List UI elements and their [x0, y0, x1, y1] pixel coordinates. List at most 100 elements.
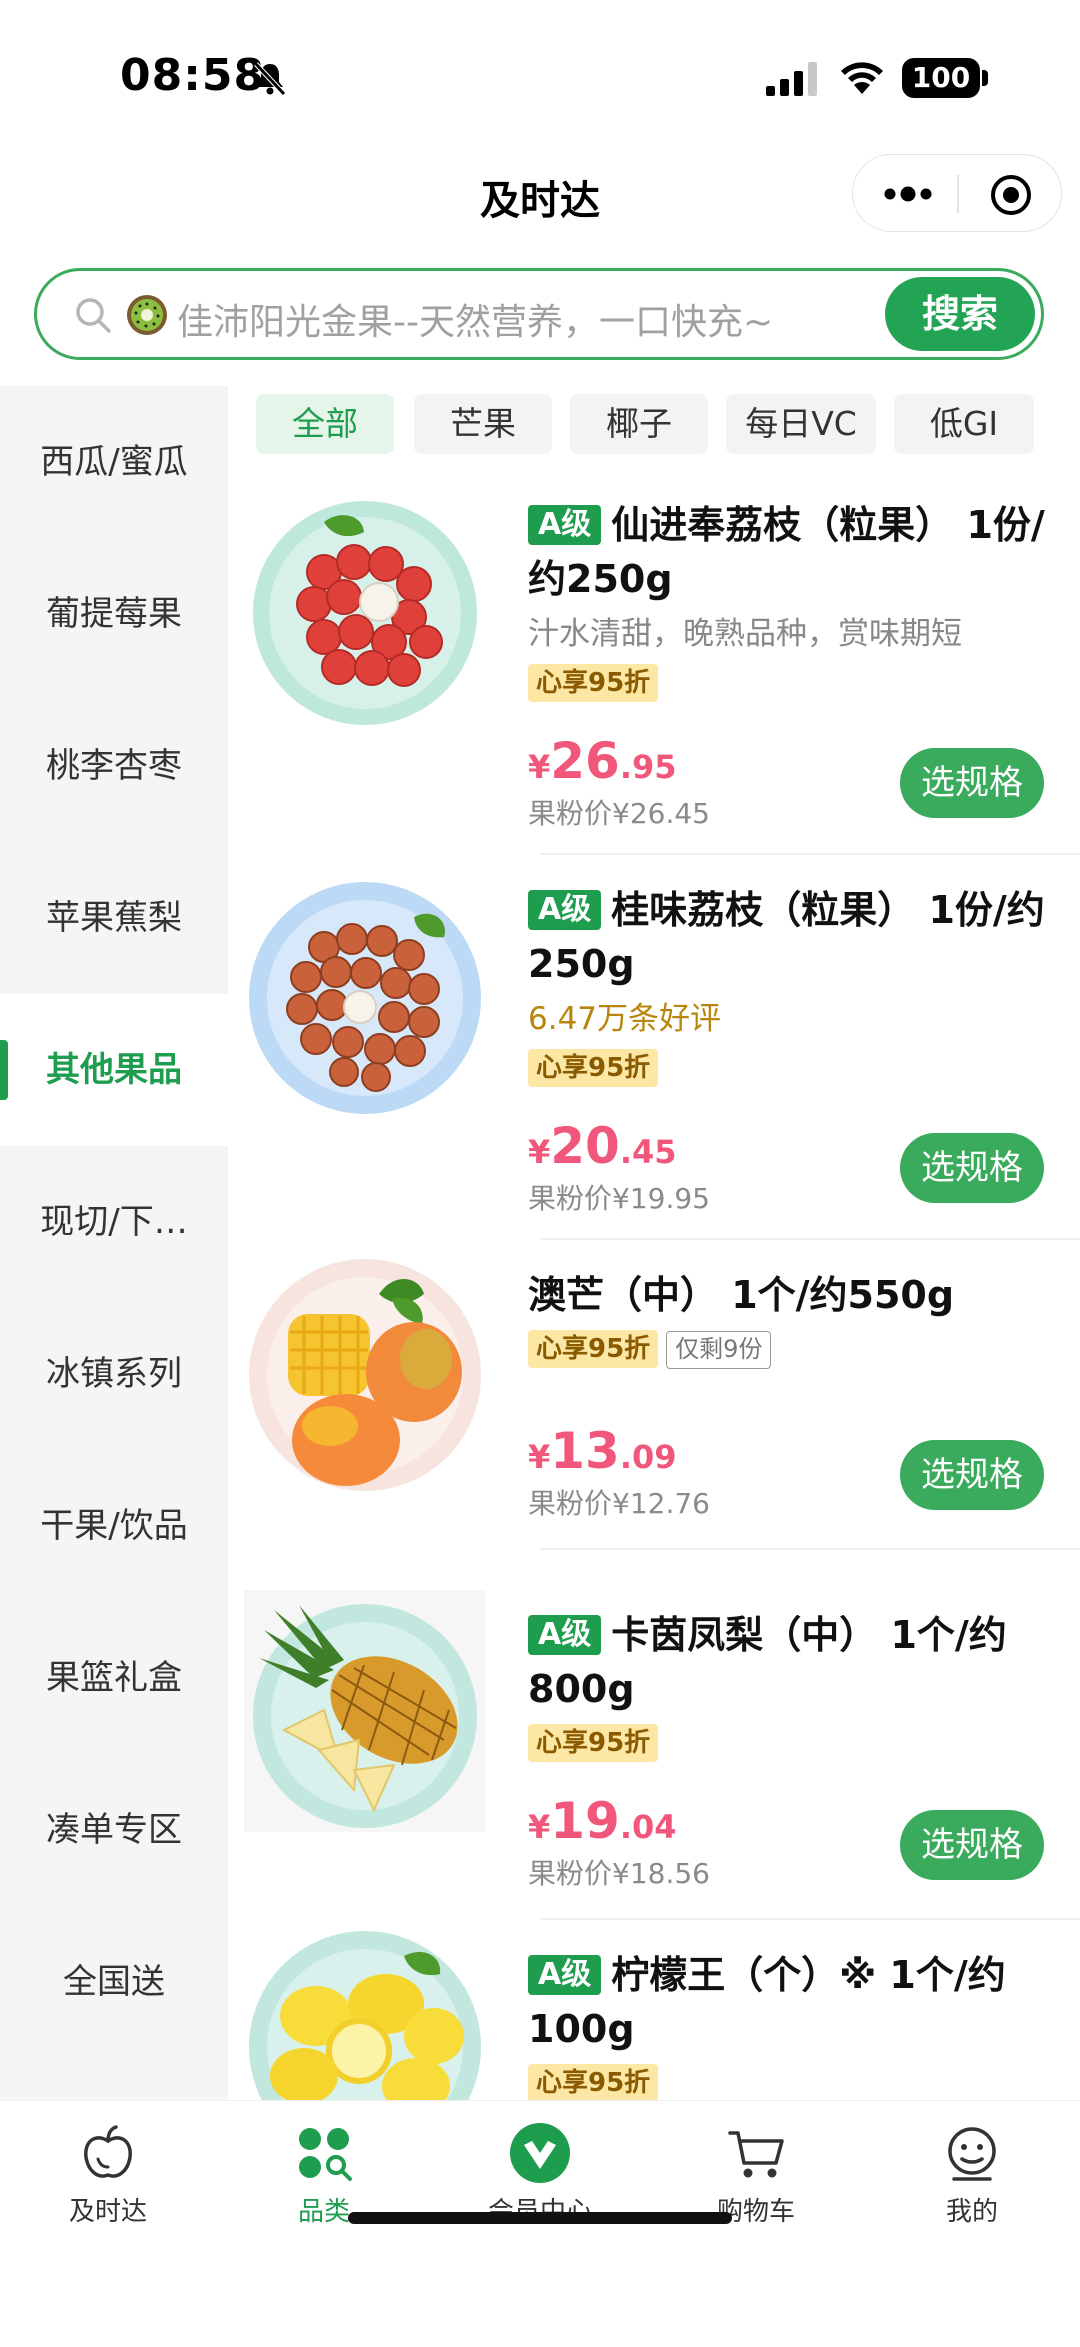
product-tags: 心享95折 [528, 2064, 659, 2100]
member-price: 果粉价¥18.56 [528, 1857, 710, 1890]
product-card[interactable]: A级 柠檬王（个）※ 1个/约100g 心享95折 [228, 1920, 1080, 2100]
grade-badge: A级 [528, 1615, 602, 1655]
chip-mango[interactable]: 芒果 [414, 394, 552, 454]
lemon-plate-icon [249, 1931, 481, 2100]
select-spec-button[interactable]: 选规格 [900, 1440, 1044, 1510]
member-icon [510, 2123, 570, 2183]
stock-tag: 仅剩9份 [666, 1331, 772, 1369]
sidebar-item-dried-drinks[interactable]: 干果/饮品 [0, 1450, 228, 1602]
discount-tag: 心享95折 [528, 664, 659, 702]
sidebar-item-fresh-cut[interactable]: 现切/下… [0, 1146, 228, 1298]
price-symbol: ¥ [528, 1133, 551, 1171]
nav-category[interactable]: 品类 [234, 2121, 414, 2261]
divider [540, 1548, 1080, 1550]
price-decimal: .04 [619, 1808, 677, 1846]
nav-home[interactable]: 及时达 [18, 2121, 198, 2261]
cart-icon [728, 2131, 784, 2178]
search-bar[interactable]: 佳沛阳光金果--天然营养，一口快充~ 搜索 [34, 268, 1044, 360]
product-card[interactable]: A级 卡茵凤梨（中） 1个/约800g 心享95折 ¥19.04 果粉价¥18.5… [228, 1580, 1080, 1920]
price-integer: 20 [550, 1117, 620, 1175]
title-bar: 及时达 [0, 150, 1080, 270]
chip-low-gi[interactable]: 低GI [894, 394, 1034, 454]
member-price: 果粉价¥12.76 [528, 1487, 710, 1520]
profile-icon [948, 2127, 996, 2181]
chip-all[interactable]: 全部 [256, 394, 394, 454]
nav-member-center[interactable]: 会员中心 [450, 2121, 630, 2261]
product-title: 澳芒（中） 1个/约550g [528, 1273, 955, 1317]
status-bar: 08:58 100 [0, 0, 1080, 150]
filter-chips: 全部 芒果 椰子 每日VC 低GI [256, 394, 1080, 456]
status-time: 08:58 [120, 50, 266, 101]
price-symbol: ¥ [528, 748, 551, 786]
product-card[interactable]: A级 仙进奉荔枝（粒果） 1份/约250g 汁水清甜，晚熟品种，赏味期短 心享95… [228, 470, 1080, 855]
product-price: ¥20.45 [528, 1117, 677, 1175]
select-spec-button[interactable]: 选规格 [900, 748, 1044, 818]
price-symbol: ¥ [528, 1808, 551, 1846]
product-tags: 心享95折 仅剩9份 [528, 1330, 772, 1370]
nav-profile[interactable]: 我的 [882, 2121, 1062, 2261]
lychee-plate-icon [249, 882, 481, 1114]
sidebar-item-add-on[interactable]: 凑单专区 [0, 1754, 228, 1906]
search-input[interactable]: 佳沛阳光金果--天然营养，一口快充~ [177, 293, 773, 345]
sidebar-item-apple-banana-pear[interactable]: 苹果蕉梨 [0, 842, 228, 994]
nav-cart[interactable]: 购物车 [666, 2121, 846, 2261]
product-title: A级 柠檬王（个）※ 1个/约100g [528, 1948, 1068, 2056]
product-tags: 心享95折 [528, 1049, 659, 1089]
capsule-divider [957, 175, 959, 213]
grade-badge: A级 [528, 1955, 602, 1995]
sidebar-item-stone-fruits[interactable]: 桃李杏枣 [0, 690, 228, 842]
miniprogram-capsule [852, 154, 1062, 232]
bell-muted-icon [254, 62, 286, 96]
product-list: A级 仙进奉荔枝（粒果） 1份/约250g 汁水清甜，晚熟品种，赏味期短 心享95… [228, 470, 1080, 2100]
search-button[interactable]: 搜索 [885, 277, 1035, 351]
sidebar-item-watermelon[interactable]: 西瓜/蜜瓜 [0, 386, 228, 538]
member-price: 果粉价¥26.45 [528, 797, 710, 830]
product-name: 仙进奉荔枝（粒果） 1份/约250g [528, 503, 1045, 601]
search-icon [76, 298, 111, 333]
select-spec-button[interactable]: 选规格 [900, 1810, 1044, 1880]
product-tags: 心享95折 [528, 1724, 659, 1764]
sidebar-item-other-fruits[interactable]: 其他果品 [0, 994, 228, 1146]
battery-indicator: 100 [902, 58, 980, 98]
price-decimal: .45 [619, 1133, 677, 1171]
discount-tag: 心享95折 [528, 1724, 659, 1762]
category-icon [299, 2128, 352, 2181]
chip-daily-vc[interactable]: 每日VC [726, 394, 876, 454]
chip-coconut[interactable]: 椰子 [570, 394, 708, 454]
product-price: ¥13.09 [528, 1422, 677, 1480]
price-integer: 13 [550, 1422, 620, 1480]
discount-tag: 心享95折 [528, 1330, 659, 1368]
product-title: A级 仙进奉荔枝（粒果） 1份/约250g [528, 498, 1068, 606]
discount-tag: 心享95折 [528, 1049, 659, 1087]
price-integer: 19 [550, 1792, 620, 1850]
member-price: 果粉价¥19.95 [528, 1182, 710, 1215]
review-count: 6.47万条好评 [528, 1001, 722, 1037]
grade-badge: A级 [528, 505, 602, 545]
product-title: A级 桂味荔枝（粒果） 1份/约250g [528, 883, 1068, 991]
price-decimal: .95 [619, 748, 677, 786]
product-subtitle: 汁水清甜，晚熟品种，赏味期短 [528, 616, 962, 652]
category-sidebar: 西瓜/蜜瓜 葡提莓果 桃李杏枣 苹果蕉梨 其他果品 现切/下… 冰镇系列 干果/… [0, 386, 228, 2100]
kiwi-icon [127, 295, 167, 335]
sidebar-item-grapes-berries[interactable]: 葡提莓果 [0, 538, 228, 690]
product-price: ¥26.95 [528, 732, 677, 790]
product-title: A级 卡茵凤梨（中） 1个/约800g [528, 1608, 1068, 1716]
product-name: 桂味荔枝（粒果） 1份/约250g [528, 888, 1045, 986]
close-target-icon[interactable] [989, 173, 1033, 217]
pineapple-plate-icon [244, 1590, 486, 1832]
home-indicator [348, 2212, 732, 2224]
sidebar-item-gift-baskets[interactable]: 果篮礼盒 [0, 1602, 228, 1754]
sidebar-item-chilled[interactable]: 冰镇系列 [0, 1298, 228, 1450]
battery-tip [982, 70, 988, 86]
select-spec-button[interactable]: 选规格 [900, 1133, 1044, 1203]
product-card[interactable]: 澳芒（中） 1个/约550g 心享95折 仅剩9份 ¥13.09 果粉价¥12.7… [228, 1240, 1080, 1550]
apple-icon [84, 2125, 132, 2178]
lychee-plate-icon [253, 501, 477, 725]
nav-label: 及时达 [68, 2197, 147, 2227]
more-icon[interactable] [881, 177, 935, 211]
wifi-icon [841, 62, 883, 94]
price-symbol: ¥ [528, 1438, 551, 1476]
sidebar-item-nationwide[interactable]: 全国送 [0, 1906, 228, 2058]
product-card[interactable]: A级 桂味荔枝（粒果） 1份/约250g 6.47万条好评 心享95折 ¥20.4… [228, 855, 1080, 1240]
nav-label: 我的 [945, 2197, 998, 2227]
